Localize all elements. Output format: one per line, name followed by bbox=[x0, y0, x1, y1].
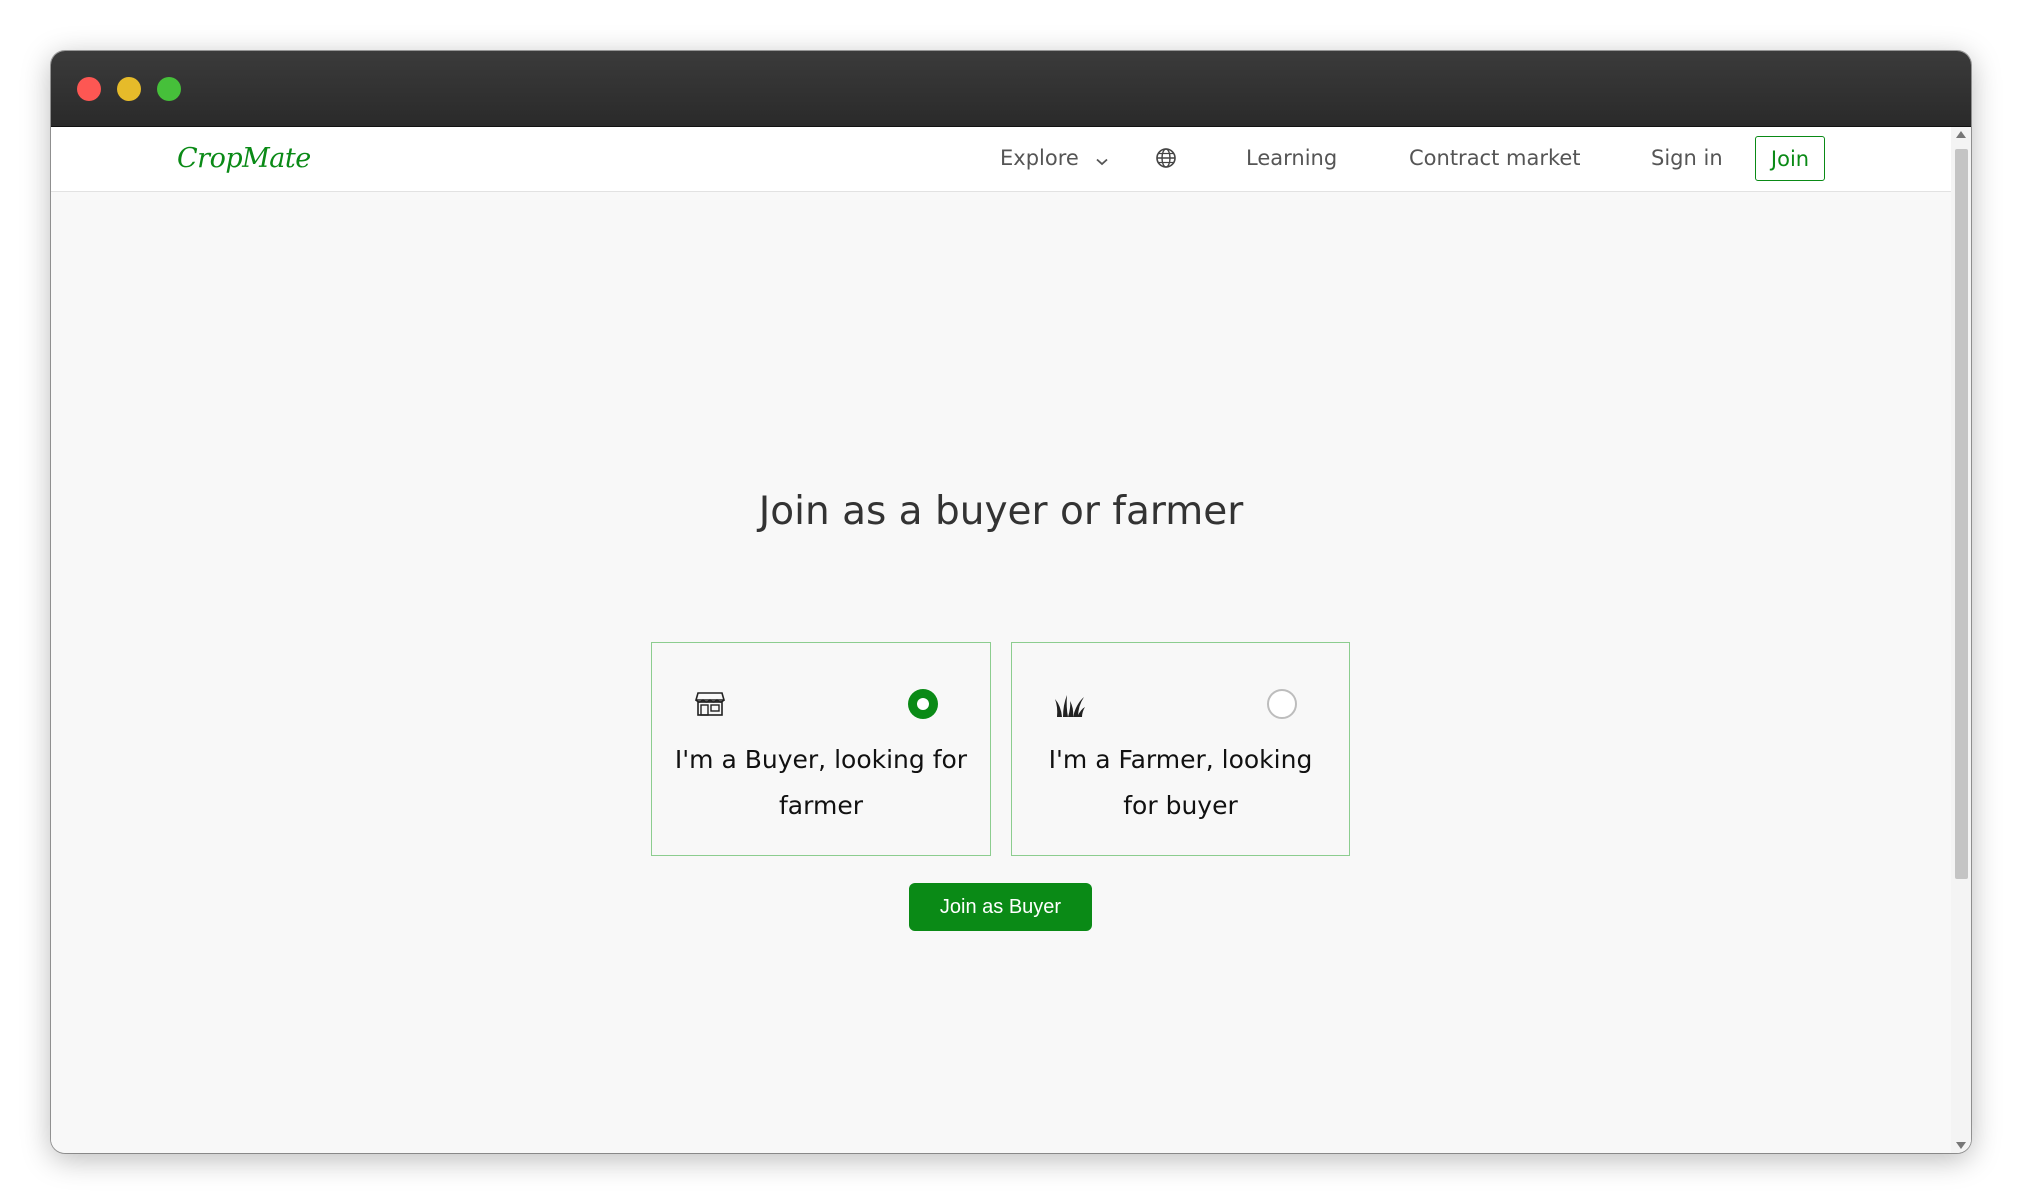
buyer-option-card[interactable]: I'm a Buyer, looking for farmer bbox=[651, 642, 991, 856]
scroll-up-arrow-icon[interactable] bbox=[1956, 131, 1966, 138]
top-navbar: CropMate Explore Learning Contract marke… bbox=[51, 127, 1951, 192]
title-bar bbox=[51, 51, 1971, 127]
scroll-down-arrow-icon[interactable] bbox=[1956, 1142, 1966, 1149]
scrollbar-thumb[interactable] bbox=[1955, 149, 1968, 879]
join-as-buyer-button[interactable]: Join as Buyer bbox=[909, 883, 1092, 931]
farmer-radio[interactable] bbox=[1267, 689, 1297, 719]
buyer-option-label: I'm a Buyer, looking for farmer bbox=[674, 745, 968, 820]
buyer-radio[interactable] bbox=[908, 689, 938, 719]
close-window-button[interactable] bbox=[77, 77, 101, 101]
page-title: Join as a buyer or farmer bbox=[758, 489, 1244, 534]
sign-in-link[interactable]: Sign in bbox=[1651, 146, 1723, 170]
maximize-window-button[interactable] bbox=[157, 77, 181, 101]
explore-menu[interactable]: Explore bbox=[1000, 146, 1108, 171]
nav-contract-market-link[interactable]: Contract market bbox=[1409, 146, 1581, 170]
globe-icon[interactable] bbox=[1155, 147, 1177, 174]
page-viewport: CropMate Explore Learning Contract marke… bbox=[51, 127, 1971, 1153]
join-button[interactable]: Join bbox=[1755, 136, 1825, 181]
minimize-window-button[interactable] bbox=[117, 77, 141, 101]
vertical-scrollbar[interactable] bbox=[1951, 127, 1971, 1153]
explore-label: Explore bbox=[1000, 146, 1079, 170]
farmer-option-card[interactable]: I'm a Farmer, looking for buyer bbox=[1011, 642, 1350, 856]
farmer-option-label: I'm a Farmer, looking for buyer bbox=[1048, 745, 1313, 820]
store-icon bbox=[694, 689, 726, 722]
chevron-down-icon bbox=[1095, 147, 1108, 171]
browser-window: CropMate Explore Learning Contract marke… bbox=[51, 51, 1971, 1153]
nav-learning-link[interactable]: Learning bbox=[1246, 146, 1337, 170]
logo[interactable]: CropMate bbox=[177, 143, 311, 174]
grass-icon bbox=[1055, 689, 1085, 724]
